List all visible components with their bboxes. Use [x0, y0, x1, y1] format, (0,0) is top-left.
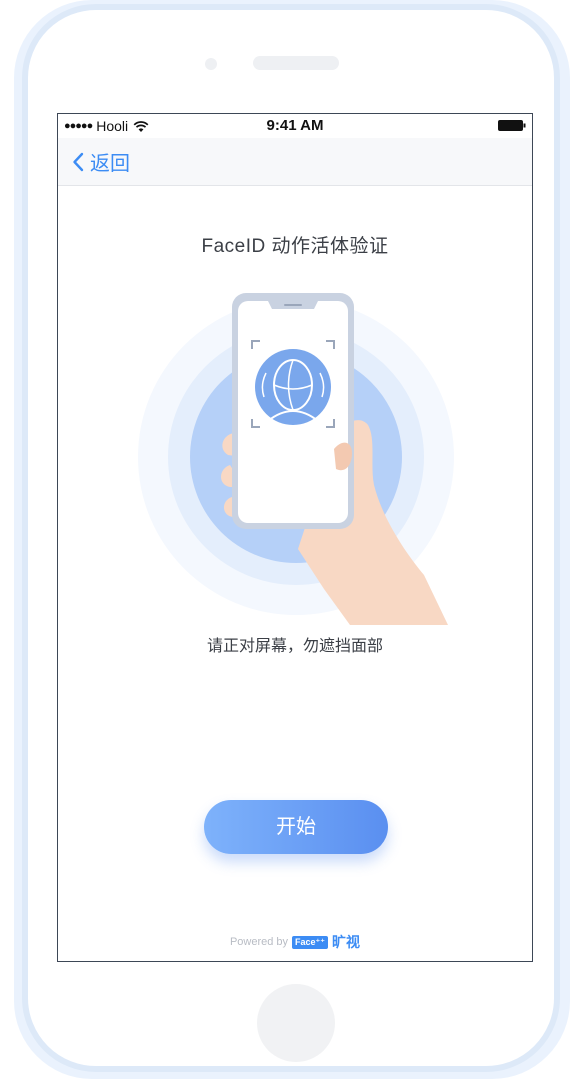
device-mockup: ●●●●● Hooli 9:41 AM 返回 FaceID 动作活体验证 请正对…: [0, 0, 582, 1079]
back-button[interactable]: 返回: [72, 147, 130, 176]
status-bar: ●●●●● Hooli 9:41 AM: [58, 114, 532, 138]
chevron-left-icon: [73, 152, 84, 171]
battery-icon: [498, 120, 526, 131]
powered-by-label: Powered by: [229, 936, 289, 948]
front-camera: [205, 58, 217, 70]
phone-screen: ●●●●● Hooli 9:41 AM 返回 FaceID 动作活体验证 请正对…: [57, 113, 533, 962]
earpiece-speaker: [253, 56, 339, 70]
face-plus-plus-logo: Face⁺⁺: [292, 935, 329, 949]
brand-name: 旷视: [332, 934, 361, 950]
powered-by-footer: Powered by Face⁺⁺ 旷视: [58, 932, 532, 952]
navigation-bar: 返回: [58, 138, 532, 186]
page-title: FaceID 动作活体验证: [201, 236, 389, 257]
instruction-text: 请正对屏幕，勿遮挡面部: [206, 638, 383, 655]
back-label: 返回: [90, 153, 130, 175]
phone-face-scan-illustration: [138, 293, 454, 625]
start-button[interactable]: 开始: [204, 800, 388, 854]
status-time: 9:41 AM: [266, 117, 324, 134]
home-button[interactable]: [257, 984, 335, 1062]
